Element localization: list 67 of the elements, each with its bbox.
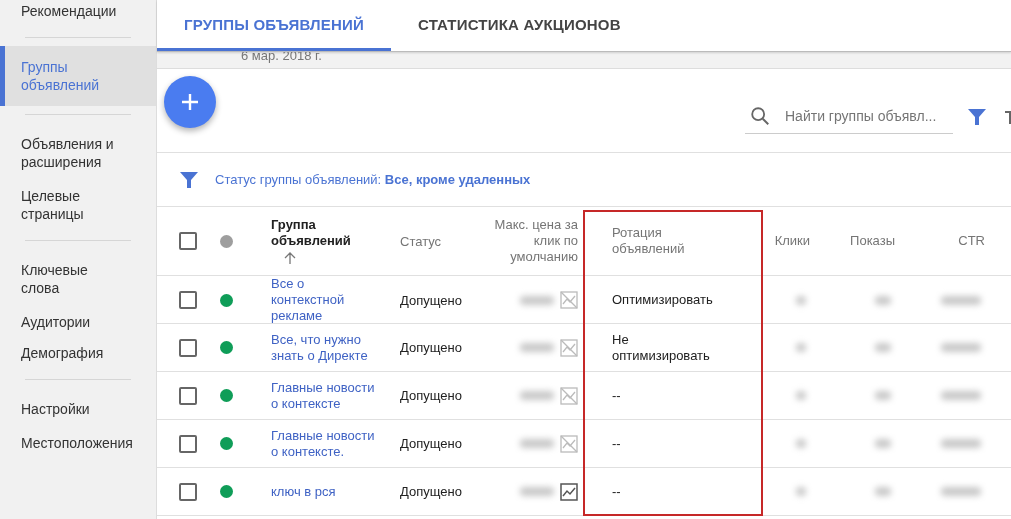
blurred-value	[520, 487, 554, 496]
column-header[interactable]: Макс. цена за клик по умолчанию	[490, 217, 578, 265]
ad-group-link[interactable]: Главные новости о контексте.	[271, 427, 375, 460]
checkbox[interactable]	[179, 232, 197, 250]
ad-group-link[interactable]: Главные новости о контексте	[271, 379, 375, 412]
checkbox[interactable]	[179, 386, 197, 405]
tab[interactable]: СТАТИСТИКА АУКЦИОНОВ	[391, 0, 648, 51]
sidebar-item[interactable]: Объявления и расширения	[0, 123, 156, 183]
table-cell-text: Оптимизировать	[611, 292, 714, 308]
search-icon	[749, 105, 771, 127]
blurred-value	[796, 295, 806, 305]
filter-icon[interactable]	[967, 107, 987, 126]
table-cell-text: --	[611, 387, 622, 404]
sidebar-item[interactable]: Группы объявлений	[0, 46, 156, 106]
blurred-value	[796, 343, 806, 352]
column-header[interactable]: Группа объявлений	[271, 217, 375, 249]
sidebar-item[interactable]: Аудитории	[0, 309, 156, 340]
blurred-value	[941, 439, 981, 448]
ad-group-link[interactable]: ключ в рся	[271, 483, 375, 500]
blurred-value	[941, 295, 981, 305]
table-cell-text: Допущено	[400, 340, 463, 355]
blurred-value	[875, 487, 891, 496]
column-header[interactable]: Показы	[810, 233, 895, 249]
table-cell-text: --	[611, 483, 622, 500]
checkbox[interactable]	[179, 434, 197, 453]
table-cell-text: --	[611, 435, 622, 452]
checkbox[interactable]	[179, 291, 197, 309]
blurred-value	[796, 439, 806, 448]
checkbox[interactable]	[179, 338, 197, 357]
sidebar-item[interactable]: Настройки	[0, 388, 156, 430]
blurred-value	[796, 391, 806, 400]
filter-text[interactable]: Статус группы объявлений: Все, кроме удаленных	[215, 172, 531, 187]
ad-group-link[interactable]: Все, что нужно знать о Директе	[271, 331, 375, 364]
sidebar-item[interactable]: Демография	[0, 340, 156, 371]
add-button[interactable]	[164, 76, 216, 128]
sidebar-item[interactable]: Ключевые слова	[0, 249, 156, 309]
filter-icon	[179, 169, 199, 190]
plus-icon	[181, 93, 199, 111]
status-dot	[220, 234, 233, 248]
table-cell-text: Не оптимизировать	[611, 331, 711, 364]
blurred-value	[875, 343, 891, 352]
checkbox[interactable]	[179, 482, 197, 501]
blurred-value	[520, 391, 554, 400]
sidebar-item[interactable]: Местоположения	[0, 430, 156, 461]
blurred-value	[520, 295, 554, 305]
table-cell-text: Допущено	[400, 388, 463, 403]
ad-group-link[interactable]: Все о контекстной рекламе	[271, 276, 375, 324]
blurred-value	[520, 439, 554, 448]
line-chart-icon[interactable]	[560, 482, 578, 501]
blurred-value	[941, 391, 981, 400]
sort-arrow-icon[interactable]	[283, 251, 297, 265]
blurred-value	[875, 391, 891, 400]
blurred-value	[941, 343, 981, 352]
sidebar-item[interactable]: Целевые страницы	[0, 183, 156, 232]
blurred-value	[796, 487, 806, 496]
table-cell-text: Допущено	[400, 292, 463, 308]
column-header[interactable]: Статус	[400, 233, 490, 249]
blurred-value	[875, 295, 891, 305]
table-cell-text: Допущено	[400, 484, 463, 499]
table-cell-text: Допущено	[400, 436, 463, 451]
sidebar-item[interactable]: Рекомендации	[0, 0, 156, 29]
blurred-value	[520, 343, 554, 352]
column-header[interactable]: CTR	[895, 233, 985, 249]
blurred-value	[941, 487, 981, 496]
column-header[interactable]: Ротация объявлений	[578, 225, 763, 257]
blurred-value	[875, 439, 891, 448]
column-header[interactable]: Клики	[763, 233, 810, 249]
